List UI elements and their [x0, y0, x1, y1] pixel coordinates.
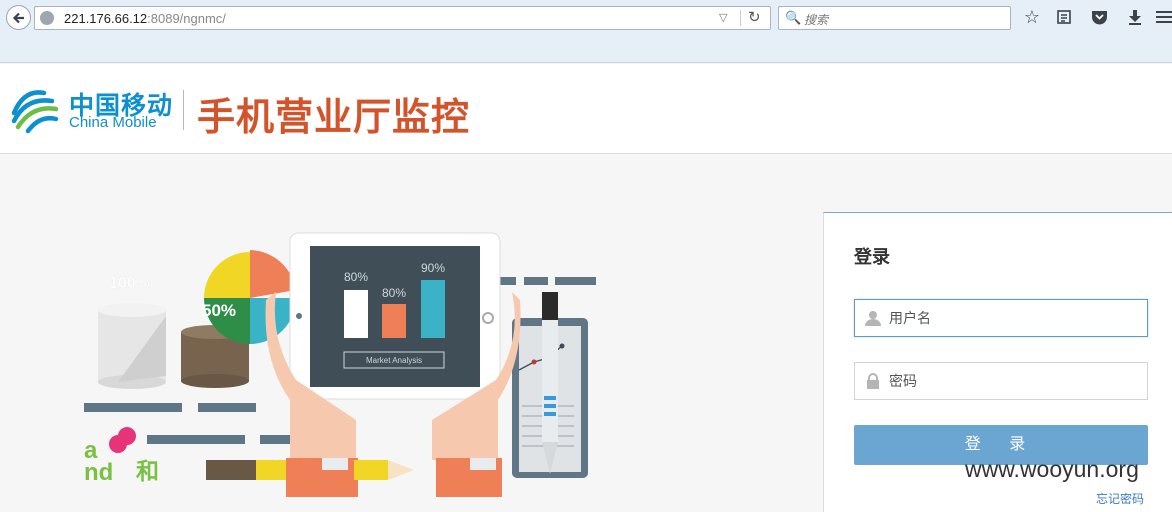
svg-text:nd: nd: [84, 459, 113, 486]
logo-text-en: China Mobile: [69, 114, 157, 131]
globe-icon: [40, 11, 54, 25]
pocket-icon[interactable]: [1088, 6, 1110, 28]
page-title: 手机营业厅监控: [197, 97, 471, 139]
lock-icon: [867, 373, 879, 389]
bar3-label: 90%: [421, 261, 445, 275]
white-cylinder: [98, 303, 166, 389]
reload-icon[interactable]: ↻: [748, 8, 761, 26]
deco-bar: [555, 277, 596, 285]
password-field[interactable]: [854, 362, 1148, 400]
brand-he-text: 和: [136, 458, 159, 484]
pct-100-label: 100%: [109, 275, 150, 292]
china-mobile-logo-icon: [11, 90, 59, 134]
login-title: 登录: [854, 247, 890, 267]
address-bar[interactable]: 221.176.66.12:8089/ngnmc/ ▽ ↻: [34, 6, 771, 30]
username-field[interactable]: [854, 299, 1148, 337]
hero-illustration: 100% 50% 80% 80% 90% Market Analysis a n…: [84, 232, 596, 497]
browser-toolbar: 221.176.66.12:8089/ngnmc/ ▽ ↻ 🔍 搜索 ☆: [0, 0, 1172, 63]
deco-bar: [84, 403, 182, 412]
url-text[interactable]: 221.176.66.12:8089/ngnmc/: [64, 11, 226, 26]
tablet-illustration: 80% 80% 90% Market Analysis: [289, 232, 501, 400]
menu-icon[interactable]: [1153, 6, 1172, 28]
search-icon: 🔍: [785, 10, 802, 25]
username-input[interactable]: [889, 309, 1139, 327]
bar2-label: 80%: [382, 286, 406, 300]
deco-bar: [198, 403, 256, 412]
password-input[interactable]: [889, 372, 1139, 390]
pct-50-label: 50%: [202, 301, 236, 320]
user-icon: [865, 311, 881, 326]
download-icon[interactable]: [1124, 6, 1146, 28]
tablet-label: Market Analysis: [366, 356, 422, 365]
search-placeholder: 搜索: [804, 13, 829, 27]
deco-bar: [147, 435, 245, 444]
reading-list-icon[interactable]: [1053, 6, 1075, 28]
back-arrow-icon: [12, 12, 24, 23]
search-bar[interactable]: 🔍 搜索: [778, 6, 1011, 30]
deco-bar: [524, 277, 548, 285]
pen-illustration: [542, 292, 558, 474]
bar1-label: 80%: [344, 270, 368, 284]
back-button[interactable]: [6, 5, 31, 30]
deco-bar: [498, 277, 516, 285]
forgot-password-link[interactable]: 忘记密码: [1096, 490, 1144, 507]
url-dropdown-icon[interactable]: ▽: [719, 11, 727, 24]
site-header: 中国移动 China Mobile 手机营业厅监控: [0, 64, 1172, 154]
url-separator: [740, 10, 741, 26]
bookmark-star-icon[interactable]: ☆: [1021, 6, 1043, 28]
pie-chart: [204, 250, 296, 344]
watermark-text: www.wooyun.org: [965, 456, 1139, 482]
logo-divider: [183, 90, 184, 130]
